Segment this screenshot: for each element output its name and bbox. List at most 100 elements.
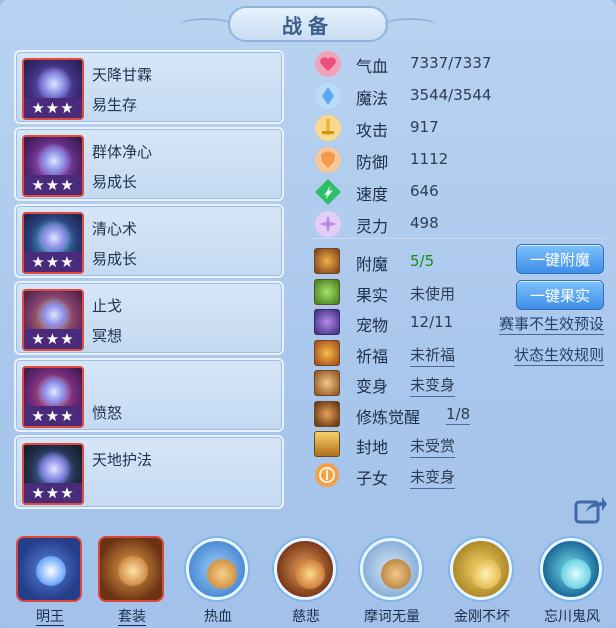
row-value: 未使用	[410, 284, 456, 303]
skill-card-5[interactable]: ★★★ 愤怒	[14, 358, 284, 432]
stat-speed: 速度 646	[310, 176, 606, 208]
battle-prep-panel: 战备 ★★★ 天降甘霖 易生存 ★★★ 群体净心 易成长 ★★★ 清心术 易成长…	[0, 0, 616, 628]
skill-icon: ★★★	[22, 443, 84, 505]
slot-jingangbuhuai[interactable]: 金刚不坏	[444, 530, 520, 628]
row-child[interactable]: 子女 未变身	[310, 460, 610, 491]
mingwang-icon	[16, 536, 82, 602]
stat-value: 498	[410, 214, 439, 232]
skill-name: 天地护法	[92, 451, 153, 469]
stat-defense: 防御 1112	[310, 144, 606, 176]
page-title: 战备	[228, 6, 388, 42]
pet-icon	[314, 309, 340, 335]
event-preset-link[interactable]: 赛事不生效预设	[498, 313, 604, 335]
row-transform[interactable]: 变身 未变身	[310, 368, 610, 399]
stat-label: 魔法	[356, 89, 389, 108]
skill-card-4[interactable]: ★★★ 止戈 冥想	[14, 281, 284, 355]
jingangbuhuai-icon	[450, 538, 512, 600]
skill-card-6[interactable]: ★★★ 天地护法	[14, 435, 284, 509]
slot-moheshuliang[interactable]: 摩诃无量	[354, 530, 430, 628]
row-blessing[interactable]: 祈福 未祈福 状态生效规则	[310, 338, 610, 369]
skill-card-3[interactable]: ★★★ 清心术 易成长	[14, 204, 284, 278]
mohewuliang-icon	[360, 538, 422, 600]
skill-card-2[interactable]: ★★★ 群体净心 易成长	[14, 127, 284, 201]
row-label: 修炼觉醒	[356, 407, 421, 427]
transform-icon	[314, 370, 340, 396]
enchant-icon	[314, 248, 340, 274]
row-label: 祈福	[356, 346, 389, 366]
slot-mingwang[interactable]: 明王	[12, 530, 88, 628]
mana-icon	[315, 83, 341, 109]
fief-icon	[314, 431, 340, 457]
title-ornament-left	[180, 18, 232, 32]
blessing-icon	[314, 339, 340, 366]
row-label: 宠物	[356, 316, 389, 335]
row-fief[interactable]: 封地 未受赏	[310, 429, 610, 460]
row-pet[interactable]: 宠物 12/11 赛事不生效预设	[310, 307, 610, 338]
stat-mp: 魔法 3544/3544	[310, 80, 606, 112]
skill-stars: ★★★	[24, 252, 82, 272]
row-label: 封地	[356, 438, 389, 457]
fruit-all-button[interactable]: 一键果实	[516, 280, 604, 310]
shield-icon	[315, 147, 341, 173]
skill-name: 止戈	[92, 297, 123, 315]
stat-hp: 气血 7337/7337	[310, 48, 606, 80]
skill-desc: 易成长	[92, 250, 138, 268]
slot-suit[interactable]: 套装	[94, 530, 170, 628]
stat-value: 917	[410, 118, 439, 136]
row-label: 变身	[356, 377, 389, 396]
spirit-icon	[315, 211, 341, 237]
skill-desc: 冥想	[92, 327, 123, 345]
skill-stars: ★★★	[24, 175, 82, 195]
slot-rexue[interactable]: 热血	[180, 530, 256, 628]
skill-stars: ★★★	[24, 98, 82, 118]
enchant-all-button[interactable]: 一键附魔	[516, 244, 604, 274]
skill-stars: ★★★	[24, 406, 82, 426]
slot-caption: 金刚不坏	[454, 609, 510, 625]
skill-card-1[interactable]: ★★★ 天降甘霖 易生存	[14, 50, 284, 124]
title-bar: 战备	[180, 4, 436, 44]
bottom-equipment-bar: 明王 套装 热血 慈悲 摩诃无量 金刚不坏 忘川鬼风	[0, 530, 616, 628]
stat-spirit: 灵力 498	[310, 208, 606, 240]
attribute-stats: 气血 7337/7337 魔法 3544/3544 攻击 917 防御 1112…	[310, 48, 606, 240]
stat-value: 7337/7337	[410, 54, 492, 72]
skill-icon: ★★★	[22, 366, 84, 428]
row-cultivation[interactable]: 修炼觉醒 1/8	[310, 399, 610, 430]
row-label: 附魔	[356, 255, 389, 274]
divider	[310, 238, 606, 239]
stat-label: 攻击	[356, 121, 389, 140]
row-value: 12/11	[410, 313, 454, 331]
skill-icon: ★★★	[22, 212, 84, 274]
sword-icon	[315, 115, 341, 141]
skill-name: 天降甘霖	[92, 66, 153, 84]
row-label: 子女	[356, 468, 389, 488]
skill-list: ★★★ 天降甘霖 易生存 ★★★ 群体净心 易成长 ★★★ 清心术 易成长 ★★…	[14, 50, 284, 512]
stat-value: 1112	[410, 150, 449, 168]
skill-desc: 愤怒	[92, 404, 123, 422]
stat-value: 3544/3544	[410, 86, 492, 104]
stat-label: 气血	[356, 57, 389, 76]
skill-icon: ★★★	[22, 289, 84, 351]
heart-icon	[315, 51, 341, 77]
stat-label: 防御	[356, 153, 389, 172]
row-value[interactable]: 未受赏	[410, 435, 456, 458]
row-value[interactable]: 未变身	[410, 466, 456, 489]
slot-wangchuanguifeng[interactable]: 忘川鬼风	[534, 530, 610, 628]
skill-name: 群体净心	[92, 143, 153, 161]
slot-cibei[interactable]: 慈悲	[268, 530, 344, 628]
stat-attack: 攻击 917	[310, 112, 606, 144]
row-value[interactable]: 未变身	[410, 374, 456, 397]
row-value[interactable]: 1/8	[446, 405, 471, 425]
stat-label: 灵力	[356, 217, 389, 236]
skill-stars: ★★★	[24, 483, 82, 503]
status-rules-link[interactable]: 状态生效规则	[513, 344, 604, 366]
rexue-icon	[186, 538, 248, 600]
row-value: 5/5	[410, 252, 435, 270]
fruit-icon	[314, 278, 340, 305]
wangchuanguifeng-icon	[540, 538, 602, 600]
child-icon	[315, 462, 339, 487]
share-icon[interactable]	[574, 494, 608, 524]
slot-caption: 套装	[118, 609, 146, 626]
row-value[interactable]: 未祈福	[410, 344, 456, 367]
skill-icon: ★★★	[22, 58, 84, 120]
skill-desc: 易成长	[92, 173, 138, 191]
